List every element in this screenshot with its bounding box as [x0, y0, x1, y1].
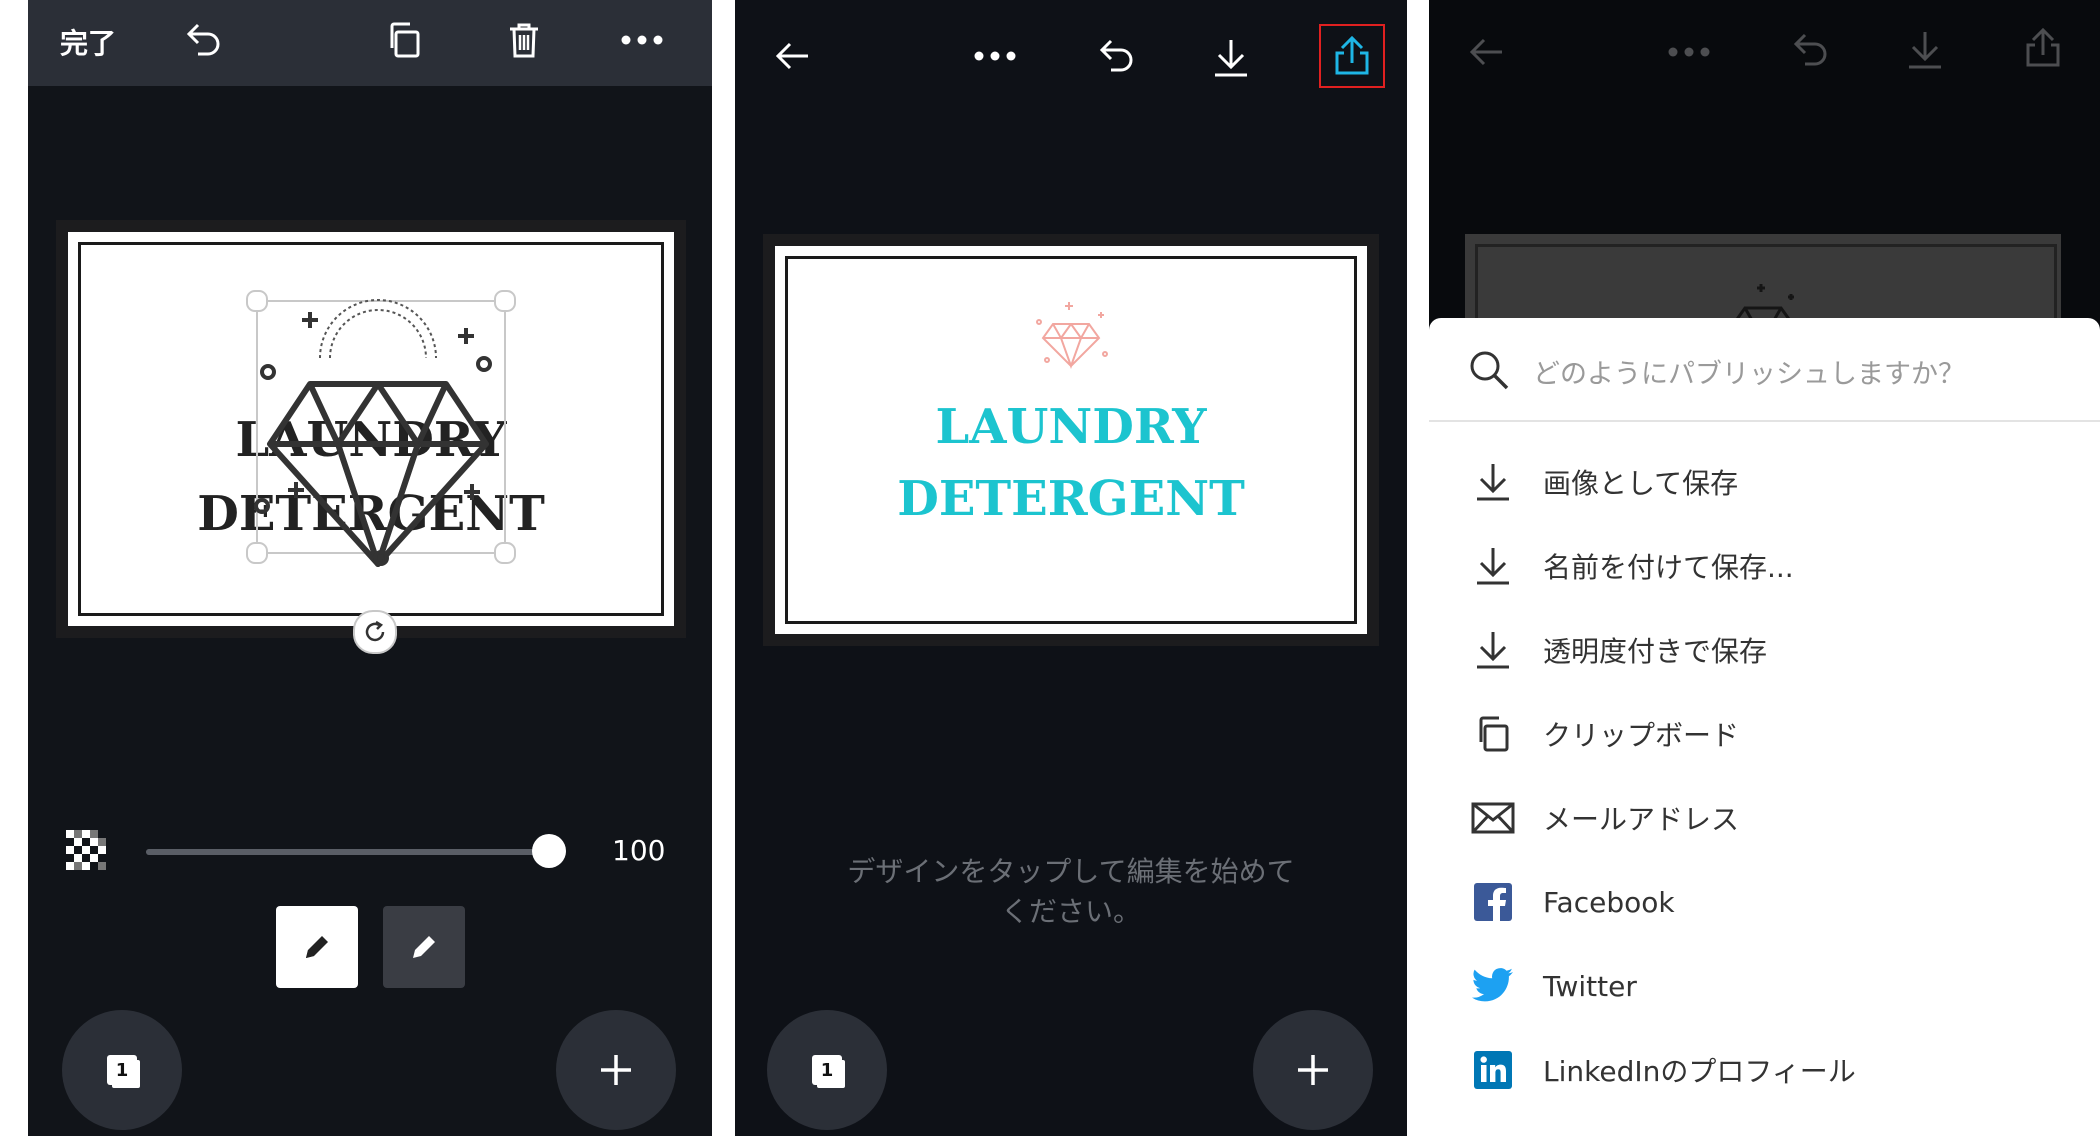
transparency-slider-track[interactable]	[146, 849, 566, 855]
dimmed-toolbar	[1429, 0, 2100, 86]
publish-sheet: どのようにパブリッシュしますか？ 画像として保存 名前を付けて保存... 透明度…	[1429, 318, 2100, 1136]
edit-hint-line1: デザインをタップして編集を始めて	[847, 855, 1295, 888]
undo-icon	[1785, 28, 1833, 72]
item-label: クリップボード	[1543, 719, 1740, 752]
rotate-icon[interactable]	[353, 610, 397, 654]
page-count: 1	[812, 1055, 842, 1085]
done-button[interactable]: 完了	[60, 22, 116, 62]
save-as-named-item[interactable]: 名前を付けて保存...	[1429, 524, 2100, 608]
more-icon	[1665, 30, 1713, 74]
add-button[interactable]	[556, 1010, 676, 1130]
dark-pen-button[interactable]	[383, 906, 465, 988]
editor-panel-preview: LAUNDRY DETERGENT デザインをタップして編集を始めて ください。…	[735, 0, 1407, 1136]
more-icon[interactable]	[618, 16, 666, 64]
design-canvas[interactable]: LAUNDRY DETERGENT	[56, 220, 686, 654]
facebook-item[interactable]: Facebook	[1429, 860, 2100, 944]
undo-icon[interactable]	[178, 18, 226, 62]
download-icon	[1465, 622, 1521, 678]
editor-toolbar: 完了	[28, 0, 712, 86]
search-icon	[1467, 348, 1511, 392]
title-line2: DETERGENT	[897, 471, 1245, 527]
diamond-icon	[1031, 296, 1111, 376]
linkedin-item[interactable]: LinkedInのプロフィール	[1429, 1028, 2100, 1112]
title-line1: LAUNDRY	[935, 399, 1207, 455]
pages-button[interactable]: 1	[62, 1010, 182, 1130]
design-card[interactable]: LAUNDRY DETERGENT	[68, 232, 674, 626]
clipboard-item[interactable]: クリップボード	[1429, 692, 2100, 776]
share-icon	[1335, 35, 1369, 75]
copy-icon	[1465, 706, 1521, 762]
twitter-icon	[1465, 958, 1521, 1014]
facebook-icon	[1465, 874, 1521, 930]
design-card[interactable]: LAUNDRY DETERGENT	[775, 246, 1367, 634]
publish-search-placeholder: どのようにパブリッシュしますか？	[1533, 359, 1965, 390]
item-label: 名前を付けて保存...	[1543, 551, 1794, 584]
back-arrow-icon	[1465, 30, 1509, 74]
mail-icon	[1465, 790, 1521, 846]
share-icon	[2019, 24, 2067, 72]
transparency-slider-thumb[interactable]	[532, 834, 566, 868]
page-count: 1	[107, 1055, 137, 1085]
edit-hint-line2: ください。	[1000, 895, 1141, 928]
download-icon	[1901, 26, 1949, 74]
transparency-slider-fill	[146, 849, 566, 855]
save-as-image-item[interactable]: 画像として保存	[1429, 440, 2100, 524]
editor-panel-selected: 完了 LAUNDRY DETERGENT 100 1	[28, 0, 712, 1136]
publish-search-bar[interactable]: どのようにパブリッシュしますか？	[1429, 318, 2100, 422]
copy-icon[interactable]	[380, 16, 428, 64]
twitter-item[interactable]: Twitter	[1429, 944, 2100, 1028]
more-icon[interactable]	[971, 34, 1019, 78]
save-with-transparency-item[interactable]: 透明度付きで保存	[1429, 608, 2100, 692]
undo-icon[interactable]	[1091, 34, 1139, 78]
email-item[interactable]: メールアドレス	[1429, 776, 2100, 860]
trash-icon[interactable]	[500, 16, 548, 64]
white-pen-button[interactable]	[276, 906, 358, 988]
transparency-value: 100	[612, 834, 666, 867]
item-label: メールアドレス	[1543, 803, 1740, 836]
plus-icon	[1298, 1055, 1328, 1085]
download-icon	[1465, 538, 1521, 594]
add-button[interactable]	[1253, 1010, 1373, 1130]
pencil-icon	[306, 936, 328, 958]
download-icon	[1465, 454, 1521, 510]
editor-toolbar	[735, 0, 1407, 88]
pencil-icon	[413, 936, 435, 958]
download-icon[interactable]	[1207, 34, 1255, 82]
diamond-graphic[interactable]	[248, 292, 508, 572]
share-button-highlighted[interactable]	[1319, 24, 1385, 88]
item-label: 画像として保存	[1543, 467, 1739, 500]
item-label: LinkedInのプロフィール	[1543, 1055, 1856, 1088]
design-canvas[interactable]: LAUNDRY DETERGENT	[763, 234, 1379, 646]
item-label: Facebook	[1543, 885, 1675, 919]
back-arrow-icon[interactable]	[771, 34, 815, 78]
pages-button[interactable]: 1	[767, 1010, 887, 1130]
plus-icon	[601, 1055, 631, 1085]
item-label: 透明度付きで保存	[1543, 635, 1768, 668]
item-label: Twitter	[1543, 969, 1637, 1003]
transparency-icon	[66, 830, 110, 874]
linkedin-icon	[1465, 1042, 1521, 1098]
publish-sheet-panel: どのようにパブリッシュしますか？ 画像として保存 名前を付けて保存... 透明度…	[1429, 0, 2100, 1136]
